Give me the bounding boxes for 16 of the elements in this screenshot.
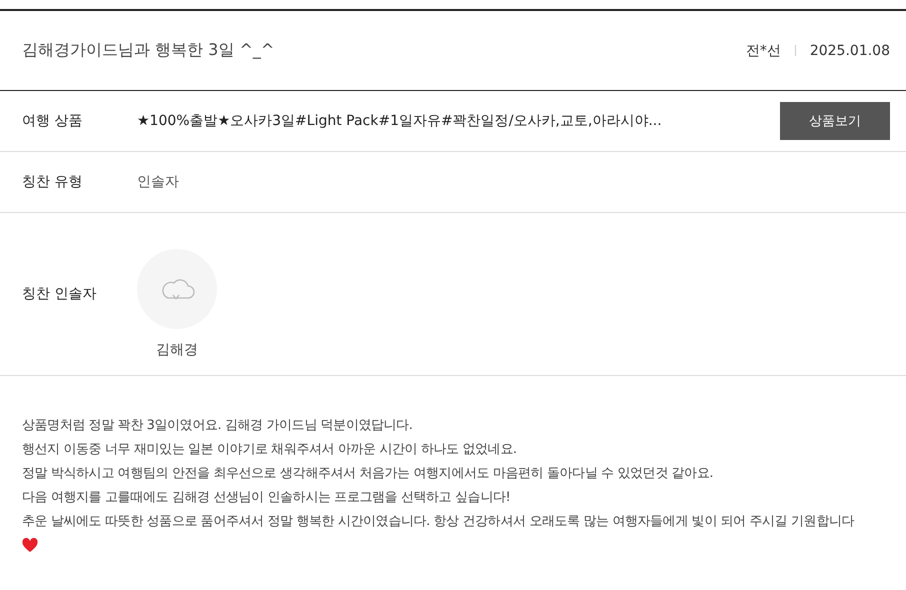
row-label: 칭찬 유형: [22, 173, 84, 191]
row-label: 여행 상품: [22, 112, 84, 130]
review-line: 정말 박식하시고 여행팀의 안전을 최우선으로 생각해주셔서 처음가는 여행지에서도 마음편히 돌아다닐 수 있었던것 같아요.: [22, 465, 714, 483]
review-line: 상품명처럼 정말 꽉찬 3일이였어요. 김해경 가이드님 덕분이였답니다.: [22, 417, 414, 435]
author-name: 전*선: [746, 42, 781, 60]
view-product-button[interactable]: 상품보기: [780, 102, 890, 140]
heart-icon: [22, 538, 38, 553]
praise-type: 인솔자: [137, 173, 179, 191]
review-date: 2025.01.08: [810, 42, 890, 58]
review-line: 다음 여행지를 고를때에도 김해경 선생님이 인솔하시는 프로그램을 선택하고 싶습니다!: [22, 489, 512, 507]
row-label: 칭찬 인솔자: [22, 285, 98, 303]
review-line: 추운 날씨에도 따뜻한 성품으로 품어주셔서 정말 행복한 시간이였습니다. 항상 건강하셔서 오래도록 많는 여행자들에게 빛이 되어 주시길 기원합니다: [22, 513, 856, 531]
product-name: ★100%출발★오사카3일#Light Pack#1일자유#꽉찬일정/오사카,교토,아라시야...: [137, 112, 663, 130]
review-title: 김해경가이드님과 행복한 3일 ^_^: [22, 40, 274, 61]
review-line: 행선지 이동중 너무 재미있는 일본 이야기로 채워주셔서 아까운 시간이 하나도 없었네요.: [22, 441, 518, 459]
guide-name: 김해경: [156, 341, 198, 359]
